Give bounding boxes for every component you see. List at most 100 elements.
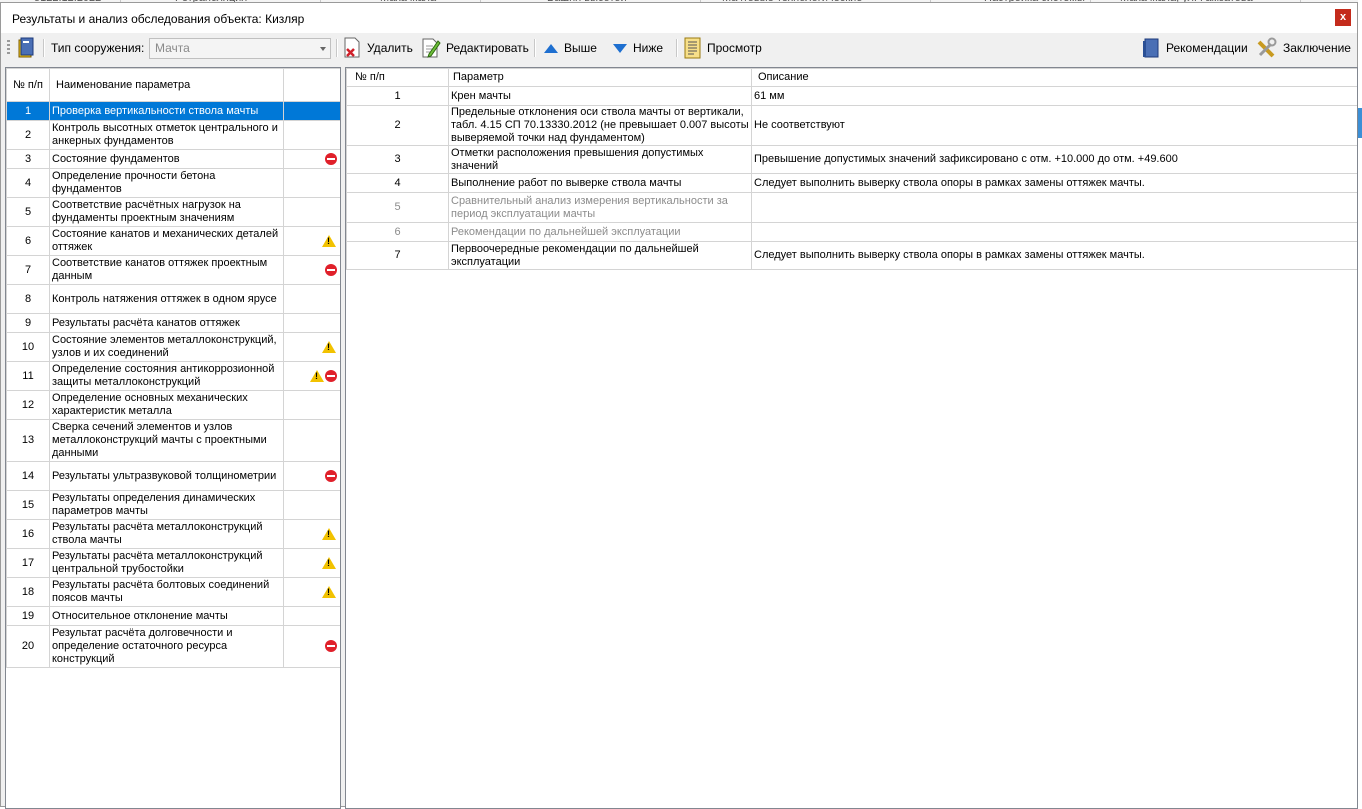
move-up-button[interactable]: Выше — [543, 37, 597, 59]
parameter-cell[interactable]: Первоочередные рекомендации по дальнейше… — [448, 241, 752, 270]
parameter-name: Результаты расчёта металлоконструкций це… — [49, 548, 284, 578]
stop-icon — [325, 263, 337, 276]
row-number: 11 — [6, 361, 50, 391]
parameters-table: № п/п Наименование параметра 1 Проверка в… — [6, 68, 340, 668]
detail-row[interactable]: 4 Выполнение работ по выверке ствола мачт… — [346, 173, 1357, 193]
book-button[interactable] — [16, 37, 36, 59]
edit-label: Редактировать — [446, 41, 529, 55]
column-header-name[interactable]: Наименование параметра — [49, 68, 284, 102]
status-cell — [283, 390, 340, 420]
structure-type-select[interactable]: Мачта — [149, 38, 331, 59]
preview-document-icon — [684, 37, 701, 59]
description-cell[interactable] — [751, 192, 1357, 223]
row-number: 7 — [6, 255, 50, 285]
parameter-row[interactable]: 7 Соответствие канатов оттяжек проектным … — [6, 255, 340, 285]
detail-row[interactable]: 1 Крен мачты 61 мм — [346, 86, 1357, 106]
parameter-cell[interactable]: Выполнение работ по выверке ствола мачты — [448, 173, 752, 193]
detail-row[interactable]: 2 Предельные отклонения оси ствола мачты … — [346, 105, 1357, 146]
parameter-row[interactable]: 11 Определение состояния антикоррозионной… — [6, 361, 340, 391]
description-cell[interactable]: Следует выполнить выверку ствола опоры в… — [751, 241, 1357, 270]
toolbar-grip[interactable] — [7, 40, 10, 56]
title-bar: Результаты и анализ обследования объекта… — [1, 3, 1357, 33]
status-cell — [283, 255, 340, 285]
parameter-row[interactable]: 17 Результаты расчёта металлоконструкций … — [6, 548, 340, 578]
stop-icon — [325, 640, 337, 653]
detail-row[interactable]: 3 Отметки расположения превышения допусти… — [346, 145, 1357, 174]
parameter-cell[interactable]: Отметки расположения превышения допустим… — [448, 145, 752, 174]
close-button[interactable]: x — [1335, 9, 1351, 26]
structure-type-label: Тип сооружения: — [51, 41, 145, 55]
status-cell — [283, 332, 340, 362]
parameter-cell[interactable]: Крен мачты — [448, 86, 752, 106]
stop-icon — [325, 152, 337, 165]
recommendations-button[interactable]: Рекомендации — [1141, 37, 1248, 59]
stop-icon — [325, 469, 337, 482]
parameter-row[interactable]: 6 Состояние канатов и механических детале… — [6, 226, 340, 256]
parameter-row[interactable]: 13 Сверка сечений элементов и узлов метал… — [6, 419, 340, 462]
conclusion-label: Заключение — [1283, 41, 1351, 55]
chevron-down-icon — [320, 47, 326, 51]
column-header-description[interactable]: Описание — [751, 68, 1357, 87]
parameter-row[interactable]: 1 Проверка вертикальности ствола мачты — [6, 101, 340, 121]
status-cell — [283, 101, 340, 121]
status-cell — [283, 226, 340, 256]
warning-icon — [310, 369, 324, 382]
parameter-row[interactable]: 3 Состояние фундаментов — [6, 149, 340, 169]
book-icon — [1143, 38, 1159, 58]
status-cell — [283, 577, 340, 607]
parameter-name: Проверка вертикальности ствола мачты — [49, 101, 284, 121]
parameter-name: Контроль натяжения оттяжек в одном ярусе — [49, 284, 284, 314]
description-cell[interactable]: Следует выполнить выверку ствола опоры в… — [751, 173, 1357, 193]
arrow-down-icon — [613, 44, 627, 53]
status-cell — [283, 197, 340, 227]
parameter-row[interactable]: 16 Результаты расчёта металлоконструкций … — [6, 519, 340, 549]
warning-icon — [322, 556, 336, 569]
preview-button[interactable]: Просмотр — [683, 37, 762, 59]
parameter-row[interactable]: 5 Соответствие расчётных нагрузок на фунд… — [6, 197, 340, 227]
status-cell — [283, 625, 340, 668]
column-header-parameter[interactable]: Параметр — [448, 68, 752, 87]
background-app-edge — [1358, 0, 1362, 809]
parameter-name: Результаты определения динамических пара… — [49, 490, 284, 520]
parameter-row[interactable]: 12 Определение основных механических хара… — [6, 390, 340, 420]
column-header-number[interactable]: № п/п — [346, 68, 449, 87]
delete-button[interactable]: Удалить — [342, 37, 413, 59]
row-number: 2 — [346, 105, 449, 146]
description-cell[interactable] — [751, 222, 1357, 242]
parameter-cell[interactable]: Предельные отклонения оси ствола мачты о… — [448, 105, 752, 146]
parameter-row[interactable]: 15 Результаты определения динамических па… — [6, 490, 340, 520]
warning-icon — [322, 340, 336, 353]
status-cell — [283, 168, 340, 198]
parameter-row[interactable]: 10 Состояние элементов металлоконструкций… — [6, 332, 340, 362]
delete-document-icon — [344, 37, 360, 58]
parameters-list-panel: № п/п Наименование параметра 1 Проверка в… — [5, 67, 341, 809]
edit-button[interactable]: Редактировать — [421, 37, 529, 59]
parameter-row[interactable]: 20 Результат расчёта долговечности и опре… — [6, 625, 340, 668]
row-number: 2 — [6, 120, 50, 150]
parameter-row[interactable]: 4 Определение прочности бетона фундаменто… — [6, 168, 340, 198]
parameter-cell[interactable]: Рекомендации по дальнейшей эксплуатации — [448, 222, 752, 242]
delete-label: Удалить — [367, 41, 413, 55]
parameter-name: Состояние канатов и механических деталей… — [49, 226, 284, 256]
move-up-label: Выше — [564, 41, 597, 55]
status-cell — [283, 461, 340, 491]
row-number: 14 — [6, 461, 50, 491]
detail-row[interactable]: 5 Сравнительный анализ измерения вертикал… — [346, 192, 1357, 223]
conclusion-button[interactable]: Заключение — [1256, 37, 1351, 59]
row-number: 4 — [6, 168, 50, 198]
description-cell[interactable]: Не соответствуют — [751, 105, 1357, 146]
move-down-button[interactable]: Ниже — [612, 37, 663, 59]
parameter-row[interactable]: 18 Результаты расчёта болтовых соединений… — [6, 577, 340, 607]
parameter-row[interactable]: 2 Контроль высотных отметок центрального … — [6, 120, 340, 150]
detail-row[interactable]: 6 Рекомендации по дальнейшей эксплуатации — [346, 222, 1357, 242]
parameter-row[interactable]: 9 Результаты расчёта канатов оттяжек — [6, 313, 340, 333]
parameter-name: Состояние фундаментов — [49, 149, 284, 169]
parameter-row[interactable]: 14 Результаты ультразвуковой толщинометри… — [6, 461, 340, 491]
detail-row[interactable]: 7 Первоочередные рекомендации по дальнейш… — [346, 241, 1357, 270]
column-header-number[interactable]: № п/п — [6, 68, 50, 102]
description-cell[interactable]: 61 мм — [751, 86, 1357, 106]
description-cell[interactable]: Превышение допустимых значений зафиксиро… — [751, 145, 1357, 174]
parameter-row[interactable]: 19 Относительное отклонение мачты — [6, 606, 340, 626]
parameter-cell[interactable]: Сравнительный анализ измерения вертикаль… — [448, 192, 752, 223]
parameter-row[interactable]: 8 Контроль натяжения оттяжек в одном ярус… — [6, 284, 340, 314]
